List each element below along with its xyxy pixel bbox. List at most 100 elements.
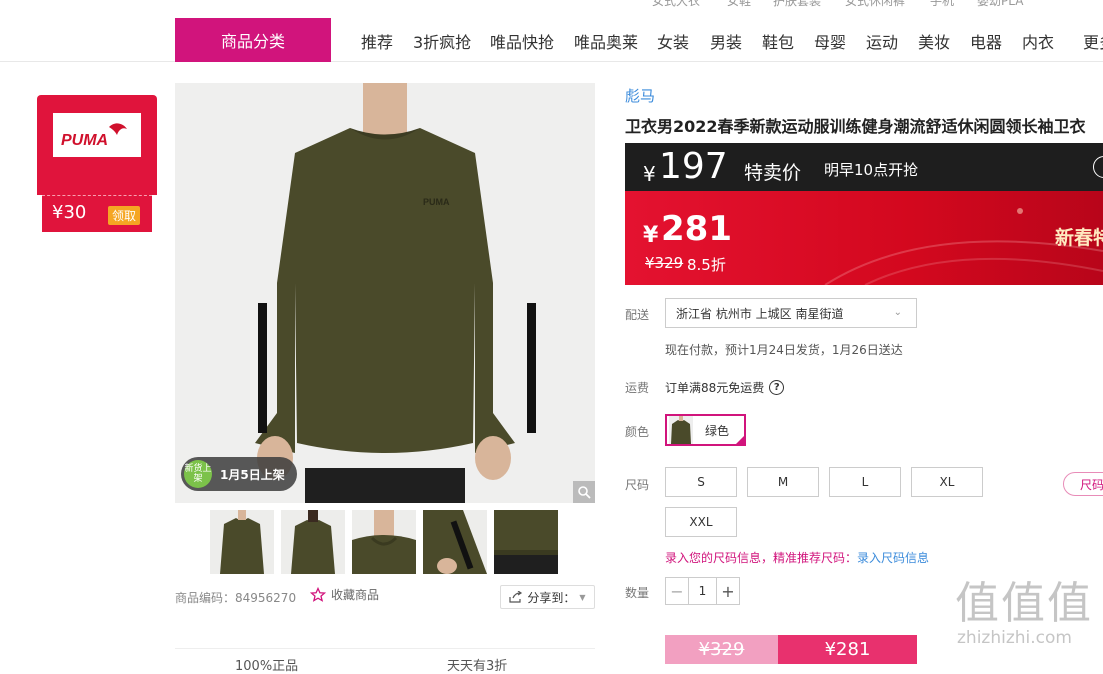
new-arrival-icon: 新货上架 — [184, 460, 212, 488]
nav-item-appliances[interactable]: 电器 — [970, 29, 1002, 53]
site-watermark: 值值值 zhizhizhi.com — [955, 578, 1093, 649]
quantity-label: 数量 — [625, 586, 650, 600]
current-price: 281 — [661, 209, 732, 249]
size-option-xxl[interactable]: XXL — [665, 507, 737, 537]
watermark-logo: 值值值 — [955, 578, 1093, 629]
category-button[interactable]: 商品分类 — [175, 18, 331, 62]
original-price: ¥329 — [645, 254, 684, 272]
special-price: 197 — [659, 146, 728, 187]
brand-logo-panel: PUMA — [37, 95, 157, 195]
share-icon — [509, 591, 523, 603]
main-nav: 商品分类 推荐 3折疯抢 唯品快抢 唯品奥莱 女装 男装 鞋包 母婴 运动 美妆… — [0, 18, 1103, 62]
nav-item-more[interactable]: 更多 — [1083, 29, 1103, 53]
color-option-green[interactable]: 绿色 — [665, 414, 746, 446]
special-price-bar: ¥ 197 特卖价 明早10点开抢 — [625, 143, 1103, 191]
top-link[interactable]: 护肤套装 — [773, 0, 821, 8]
main-product-image[interactable]: PUMA 新货上架 1月5日上架 — [175, 83, 595, 503]
nav-item-quick-buy[interactable]: 唯品快抢 — [490, 29, 554, 53]
buy-now-button[interactable]: ¥281 — [778, 635, 917, 664]
favorite-button[interactable]: 收藏商品 — [310, 586, 379, 603]
buy-original-price-button[interactable]: ¥329 — [665, 635, 778, 664]
top-link[interactable]: 女式休闲裤 — [845, 0, 905, 8]
color-label: 颜色 — [625, 425, 650, 439]
top-link[interactable]: 手机 — [930, 0, 954, 8]
size-option-l[interactable]: L — [829, 467, 901, 497]
product-code: 商品编码：84956270 — [175, 591, 297, 605]
star-icon — [310, 586, 326, 602]
nav-item-women[interactable]: 女装 — [657, 29, 689, 53]
nav-item-outlet[interactable]: 唯品奥莱 — [574, 29, 638, 53]
thumbnail-back[interactable] — [281, 510, 345, 574]
tag-authentic: 100%正品 — [235, 659, 299, 674]
size-tip-text: 录入您的尺码信息，精准推荐尺码： — [665, 551, 858, 565]
shipping-label: 运费 — [625, 381, 650, 395]
nav-item-recommend[interactable]: 推荐 — [361, 29, 393, 53]
product-title: 卫衣男2022春季新款运动服训练健身潮流舒适休闲圆领长袖卫衣 — [625, 117, 1086, 136]
puma-logo: PUMA — [53, 113, 141, 157]
selected-check-icon — [734, 434, 746, 446]
guarantee-tags: 100%正品 天天有3折 — [175, 648, 595, 674]
svg-text:PUMA: PUMA — [423, 197, 450, 207]
discount-rate: 8.5折 — [687, 256, 726, 274]
help-icon[interactable]: ? — [769, 380, 785, 395]
coupon-amount: ¥30 — [52, 202, 87, 223]
svg-text:PUMA: PUMA — [61, 132, 108, 149]
delivery-estimate: 现在付款，预计1月24日发货，1月26日送达 — [665, 343, 903, 357]
top-link[interactable]: 婴幼PLA — [977, 0, 1023, 8]
info-icon[interactable] — [1093, 156, 1103, 178]
special-price-label: 特卖价 — [744, 162, 802, 184]
nav-item-underwear[interactable]: 内衣 — [1022, 29, 1054, 53]
address-value: 浙江省 杭州市 上城区 南星街道 — [676, 306, 844, 321]
size-option-xl[interactable]: XL — [911, 467, 983, 497]
favorite-label: 收藏商品 — [331, 588, 380, 602]
watermark-url: zhizhizhi.com — [957, 628, 1072, 648]
delivery-label: 配送 — [625, 308, 650, 322]
thumbnail-collar[interactable] — [352, 510, 416, 574]
new-arrival-date: 1月5日上架 — [220, 467, 285, 482]
top-link[interactable]: 女鞋 — [727, 0, 751, 8]
size-guide-button[interactable]: 尺码 — [1063, 472, 1103, 496]
brand-coupon-card[interactable]: PUMA ¥30 领取 — [37, 95, 157, 232]
zoom-icon[interactable] — [573, 481, 595, 503]
free-shipping-info: 订单满88元免运费 ? — [665, 379, 785, 396]
thumbnail-front[interactable] — [210, 510, 274, 574]
quantity-minus-button[interactable]: − — [666, 578, 688, 604]
share-dropdown[interactable]: 分享到： ▼ — [500, 585, 595, 609]
nav-item-sports[interactable]: 运动 — [866, 29, 898, 53]
address-select[interactable]: 浙江省 杭州市 上城区 南星街道 ⌄ — [665, 298, 917, 328]
coupon-get-button[interactable]: 领取 — [108, 206, 141, 225]
coupon-strip: ¥30 领取 — [42, 195, 152, 232]
size-option-s[interactable]: S — [665, 467, 737, 497]
special-currency: ¥ — [643, 162, 656, 186]
tag-daily-deal: 天天有3折 — [447, 659, 508, 674]
nav-item-men[interactable]: 男装 — [710, 29, 742, 53]
size-option-m[interactable]: M — [747, 467, 819, 497]
top-links-strip: 女式大衣 女鞋 护肤套装 女式休闲裤 手机 婴幼PLA — [0, 0, 1103, 8]
color-option-label: 绿色 — [705, 423, 730, 438]
free-shipping-text: 订单满88元免运费 — [665, 381, 765, 395]
quantity-value[interactable]: 1 — [688, 578, 717, 604]
color-swatch-image — [669, 416, 693, 444]
thumbnail-hem[interactable] — [494, 510, 558, 574]
top-link[interactable]: 女式大衣 — [652, 0, 700, 8]
current-currency: ¥ — [643, 223, 659, 248]
enter-size-link[interactable]: 录入尺码信息 — [857, 551, 929, 565]
nav-item-baby[interactable]: 母婴 — [814, 29, 846, 53]
special-start-time: 明早10点开抢 — [824, 161, 919, 179]
size-recommend-tip: 录入您的尺码信息，精准推荐尺码：录入尺码信息 — [665, 549, 929, 566]
promo-text: 新春特 — [1055, 227, 1103, 249]
nav-item-bags[interactable]: 鞋包 — [762, 29, 794, 53]
nav-item-beauty[interactable]: 美妆 — [918, 29, 950, 53]
current-price-bar: ¥ 281 ¥329 8.5折 新春特 — [625, 191, 1103, 285]
size-label: 尺码 — [625, 478, 650, 492]
brand-link[interactable]: 彪马 — [625, 85, 655, 106]
chevron-down-icon: ▼ — [579, 592, 586, 602]
nav-item-flash-30[interactable]: 3折疯抢 — [413, 29, 471, 53]
thumbnail-sleeve[interactable] — [423, 510, 487, 574]
new-arrival-badge: 新货上架 1月5日上架 — [181, 457, 297, 491]
quantity-plus-button[interactable]: + — [717, 578, 739, 604]
chevron-down-icon: ⌄ — [893, 307, 902, 318]
sweater-photo: PUMA — [175, 83, 595, 503]
quantity-stepper: − 1 + — [665, 577, 740, 605]
share-label: 分享到： — [527, 590, 576, 605]
